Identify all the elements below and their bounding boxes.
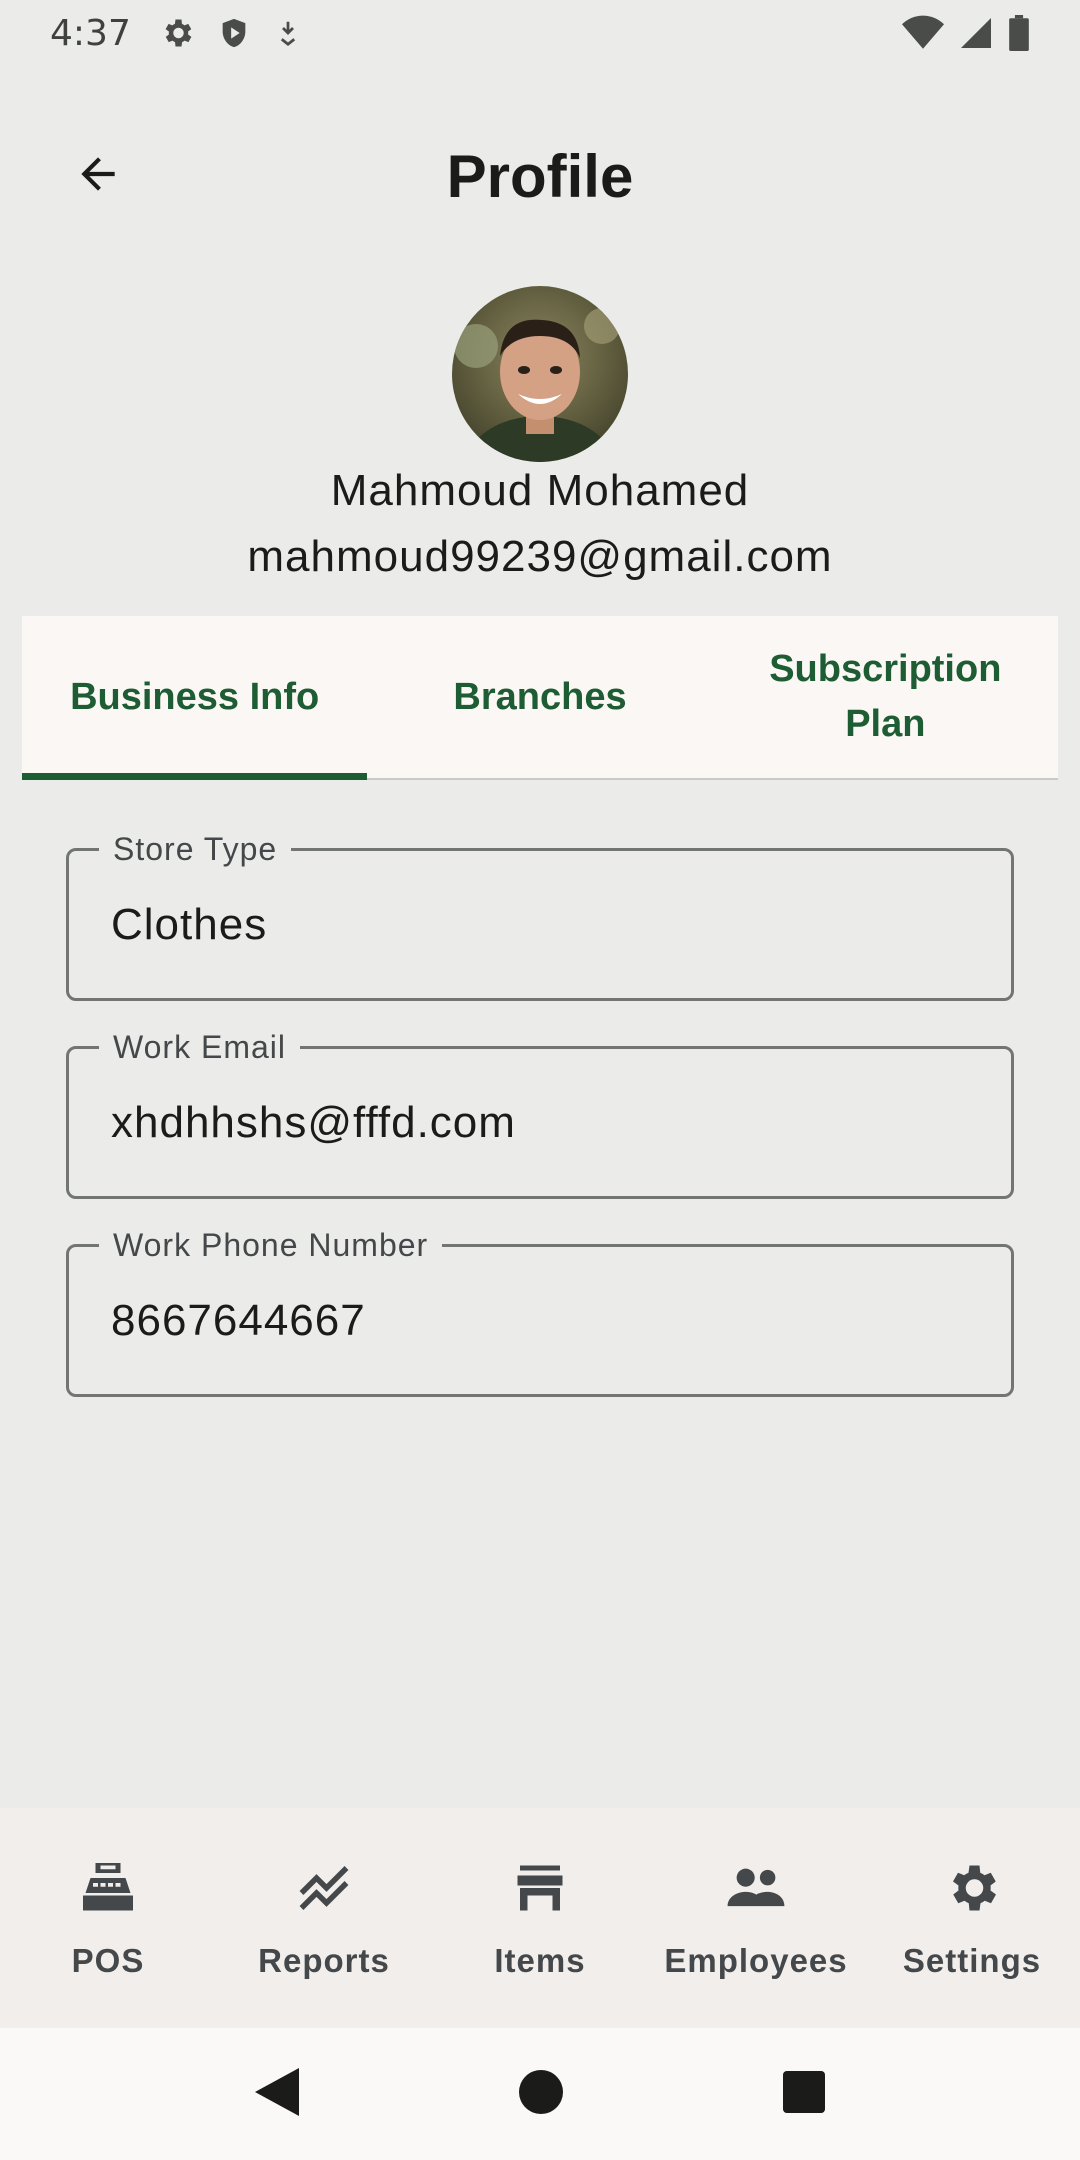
nav-item-settings[interactable]: Settings <box>864 1808 1080 2028</box>
nav-item-pos[interactable]: POS <box>0 1808 216 2028</box>
nav-item-reports[interactable]: Reports <box>216 1808 432 2028</box>
store-type-label: Store Type <box>99 831 292 867</box>
top-app-bar: Profile <box>0 120 1080 232</box>
work-phone-field[interactable]: Work Phone Number 8667644667 <box>66 1227 1014 1397</box>
work-email-label: Work Email <box>99 1029 300 1065</box>
nav-label: POS <box>71 1942 145 1979</box>
work-email-value: xhdhhshs@fffd.com <box>111 1098 516 1147</box>
status-bar: 4:37 <box>0 0 1080 66</box>
status-time: 4:37 <box>50 12 131 54</box>
tab-label: Subscription Plan <box>769 648 1002 745</box>
signal-icon <box>958 15 994 51</box>
people-icon <box>724 1856 788 1920</box>
work-phone-label: Work Phone Number <box>99 1227 443 1263</box>
gear-icon <box>940 1856 1004 1920</box>
profile-email: mahmoud99239@gmail.com <box>247 532 833 581</box>
recents-square-icon[interactable] <box>783 2070 825 2118</box>
system-navigation-bar <box>0 2028 1080 2160</box>
avatar <box>452 286 628 462</box>
home-circle-icon[interactable] <box>519 2069 563 2119</box>
page-title: Profile <box>446 143 634 210</box>
nav-item-employees[interactable]: Employees <box>648 1808 864 2028</box>
tab-business-info[interactable]: Business Info <box>22 616 368 780</box>
nav-label: Reports <box>258 1942 390 1979</box>
gear-icon <box>159 15 195 51</box>
tab-branches[interactable]: Branches <box>367 616 712 778</box>
nav-label: Employees <box>664 1942 848 1979</box>
store-type-value: Clothes <box>111 900 268 949</box>
tab-bar: Business Info Branches Subscription Plan <box>22 616 1058 780</box>
tab-label: Branches <box>453 675 627 718</box>
tab-subscription-plan[interactable]: Subscription Plan <box>713 616 1058 778</box>
profile-name: Mahmoud Mohamed <box>330 466 750 515</box>
back-triangle-icon[interactable] <box>255 2067 299 2121</box>
store-type-field[interactable]: Store Type Clothes <box>66 831 1014 1001</box>
work-phone-value: 8667644667 <box>111 1296 366 1345</box>
store-icon <box>508 1856 572 1920</box>
nav-label: Settings <box>902 1942 1042 1979</box>
wifi-icon <box>902 15 944 51</box>
nav-label: Items <box>494 1942 586 1979</box>
work-email-field[interactable]: Work Email xhdhhshs@fffd.com <box>66 1029 1014 1199</box>
chart-line-icon <box>292 1856 356 1920</box>
battery-icon <box>1008 15 1030 51</box>
download-icon <box>273 16 303 50</box>
nav-item-items[interactable]: Items <box>432 1808 648 2028</box>
cash-register-icon <box>76 1856 140 1920</box>
bottom-navigation: POS Reports Items Employees Settings <box>0 1808 1080 2028</box>
tab-label: Business Info <box>70 675 320 718</box>
shield-icon <box>217 15 251 51</box>
